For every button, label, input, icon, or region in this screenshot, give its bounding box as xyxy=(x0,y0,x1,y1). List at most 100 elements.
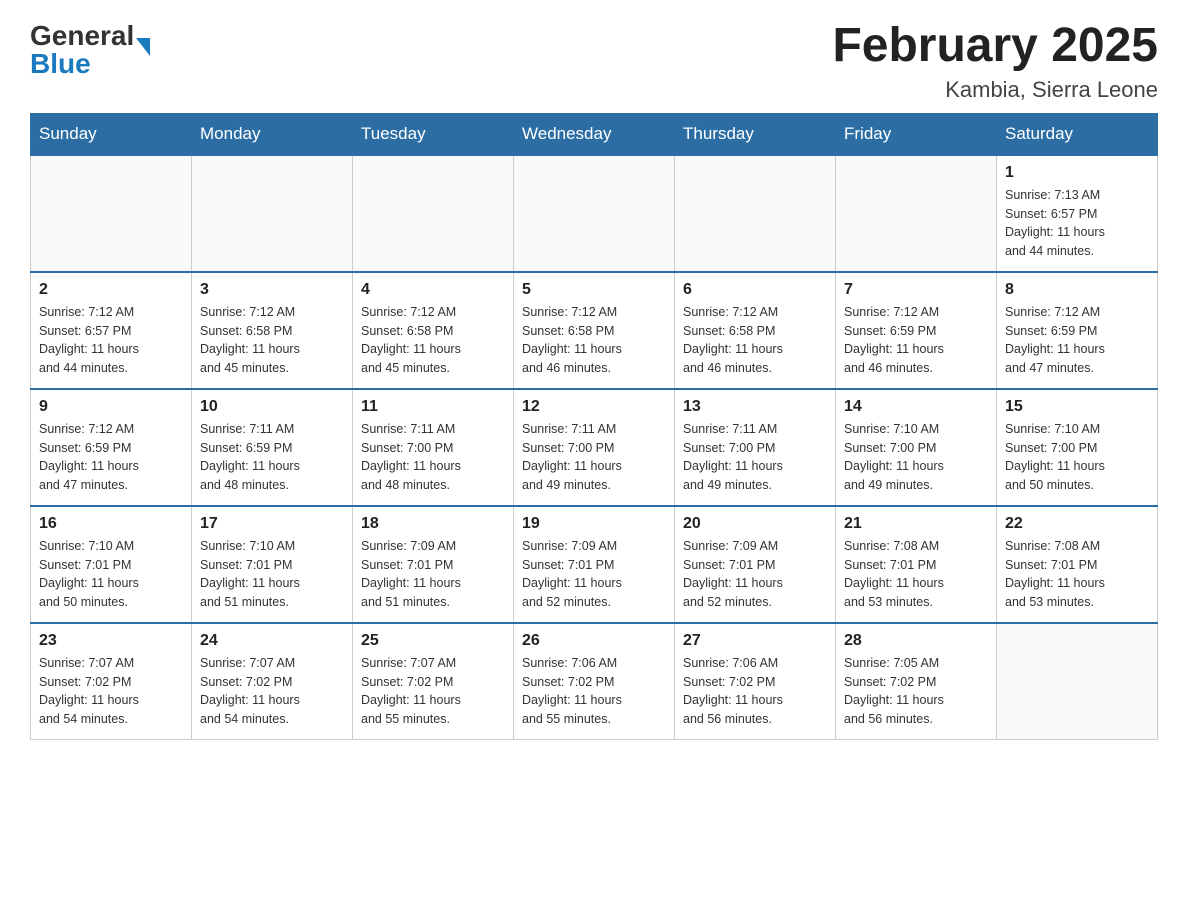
day-number: 21 xyxy=(844,515,988,533)
day-info: Sunrise: 7:07 AM Sunset: 7:02 PM Dayligh… xyxy=(39,654,183,729)
calendar-cell: 26 Sunrise: 7:06 AM Sunset: 7:02 PM Dayli… xyxy=(514,623,675,740)
calendar-cell: 13 Sunrise: 7:11 AM Sunset: 7:00 PM Dayli… xyxy=(675,389,836,506)
day-info: Sunrise: 7:11 AM Sunset: 7:00 PM Dayligh… xyxy=(683,420,827,495)
weekday-header-sunday: Sunday xyxy=(31,113,192,155)
day-number: 10 xyxy=(200,398,344,416)
calendar-cell xyxy=(675,155,836,272)
day-info: Sunrise: 7:13 AM Sunset: 6:57 PM Dayligh… xyxy=(1005,186,1149,261)
day-number: 24 xyxy=(200,632,344,650)
day-number: 15 xyxy=(1005,398,1149,416)
day-info: Sunrise: 7:08 AM Sunset: 7:01 PM Dayligh… xyxy=(844,537,988,612)
day-number: 16 xyxy=(39,515,183,533)
weekday-header-monday: Monday xyxy=(192,113,353,155)
logo-blue-text: Blue xyxy=(30,48,150,80)
calendar-cell: 23 Sunrise: 7:07 AM Sunset: 7:02 PM Dayli… xyxy=(31,623,192,740)
page-header: General Blue February 2025 Kambia, Sierr… xyxy=(30,20,1158,103)
title-block: February 2025 Kambia, Sierra Leone xyxy=(832,20,1158,103)
day-number: 8 xyxy=(1005,281,1149,299)
day-number: 13 xyxy=(683,398,827,416)
calendar-cell xyxy=(353,155,514,272)
calendar-cell: 22Sunrise: 7:08 AM Sunset: 7:01 PM Dayli… xyxy=(997,506,1158,623)
day-number: 17 xyxy=(200,515,344,533)
calendar-cell: 15 Sunrise: 7:10 AM Sunset: 7:00 PM Dayli… xyxy=(997,389,1158,506)
day-number: 7 xyxy=(844,281,988,299)
calendar-cell: 27 Sunrise: 7:06 AM Sunset: 7:02 PM Dayli… xyxy=(675,623,836,740)
day-number: 3 xyxy=(200,281,344,299)
day-number: 14 xyxy=(844,398,988,416)
day-info: Sunrise: 7:11 AM Sunset: 6:59 PM Dayligh… xyxy=(200,420,344,495)
week-row-2: 2 Sunrise: 7:12 AM Sunset: 6:57 PM Daylig… xyxy=(31,272,1158,389)
logo: General Blue xyxy=(30,20,150,80)
calendar-cell: 14Sunrise: 7:10 AM Sunset: 7:00 PM Dayli… xyxy=(836,389,997,506)
day-info: Sunrise: 7:12 AM Sunset: 6:59 PM Dayligh… xyxy=(844,303,988,378)
weekday-header-tuesday: Tuesday xyxy=(353,113,514,155)
week-row-1: 1 Sunrise: 7:13 AM Sunset: 6:57 PM Daylig… xyxy=(31,155,1158,272)
logo-block: General Blue xyxy=(30,20,150,80)
day-info: Sunrise: 7:11 AM Sunset: 7:00 PM Dayligh… xyxy=(361,420,505,495)
calendar-cell: 2 Sunrise: 7:12 AM Sunset: 6:57 PM Daylig… xyxy=(31,272,192,389)
day-info: Sunrise: 7:12 AM Sunset: 6:58 PM Dayligh… xyxy=(683,303,827,378)
day-info: Sunrise: 7:07 AM Sunset: 7:02 PM Dayligh… xyxy=(361,654,505,729)
month-year-title: February 2025 xyxy=(832,20,1158,73)
calendar-cell: 4 Sunrise: 7:12 AM Sunset: 6:58 PM Daylig… xyxy=(353,272,514,389)
day-info: Sunrise: 7:07 AM Sunset: 7:02 PM Dayligh… xyxy=(200,654,344,729)
calendar-cell: 5Sunrise: 7:12 AM Sunset: 6:58 PM Daylig… xyxy=(514,272,675,389)
day-info: Sunrise: 7:05 AM Sunset: 7:02 PM Dayligh… xyxy=(844,654,988,729)
day-number: 26 xyxy=(522,632,666,650)
day-number: 9 xyxy=(39,398,183,416)
calendar-cell xyxy=(31,155,192,272)
day-number: 11 xyxy=(361,398,505,416)
calendar-cell: 6 Sunrise: 7:12 AM Sunset: 6:58 PM Daylig… xyxy=(675,272,836,389)
week-row-5: 23 Sunrise: 7:07 AM Sunset: 7:02 PM Dayli… xyxy=(31,623,1158,740)
calendar-cell xyxy=(836,155,997,272)
calendar-cell: 28 Sunrise: 7:05 AM Sunset: 7:02 PM Dayli… xyxy=(836,623,997,740)
day-number: 22 xyxy=(1005,515,1149,533)
calendar-header: SundayMondayTuesdayWednesdayThursdayFrid… xyxy=(31,113,1158,155)
day-number: 19 xyxy=(522,515,666,533)
weekday-header-thursday: Thursday xyxy=(675,113,836,155)
calendar-cell: 20Sunrise: 7:09 AM Sunset: 7:01 PM Dayli… xyxy=(675,506,836,623)
calendar-cell: 25Sunrise: 7:07 AM Sunset: 7:02 PM Dayli… xyxy=(353,623,514,740)
day-number: 28 xyxy=(844,632,988,650)
day-number: 1 xyxy=(1005,164,1149,182)
day-info: Sunrise: 7:11 AM Sunset: 7:00 PM Dayligh… xyxy=(522,420,666,495)
calendar-cell: 17 Sunrise: 7:10 AM Sunset: 7:01 PM Dayli… xyxy=(192,506,353,623)
day-info: Sunrise: 7:12 AM Sunset: 6:58 PM Dayligh… xyxy=(361,303,505,378)
day-number: 2 xyxy=(39,281,183,299)
calendar-cell: 9 Sunrise: 7:12 AM Sunset: 6:59 PM Daylig… xyxy=(31,389,192,506)
day-info: Sunrise: 7:06 AM Sunset: 7:02 PM Dayligh… xyxy=(522,654,666,729)
weekday-header-wednesday: Wednesday xyxy=(514,113,675,155)
calendar-cell: 1 Sunrise: 7:13 AM Sunset: 6:57 PM Daylig… xyxy=(997,155,1158,272)
weekday-header-friday: Friday xyxy=(836,113,997,155)
day-info: Sunrise: 7:12 AM Sunset: 6:58 PM Dayligh… xyxy=(522,303,666,378)
day-info: Sunrise: 7:09 AM Sunset: 7:01 PM Dayligh… xyxy=(361,537,505,612)
day-number: 18 xyxy=(361,515,505,533)
calendar-cell: 24 Sunrise: 7:07 AM Sunset: 7:02 PM Dayli… xyxy=(192,623,353,740)
day-info: Sunrise: 7:09 AM Sunset: 7:01 PM Dayligh… xyxy=(683,537,827,612)
calendar-cell xyxy=(192,155,353,272)
week-row-4: 16 Sunrise: 7:10 AM Sunset: 7:01 PM Dayli… xyxy=(31,506,1158,623)
calendar-cell xyxy=(997,623,1158,740)
day-info: Sunrise: 7:12 AM Sunset: 6:58 PM Dayligh… xyxy=(200,303,344,378)
calendar-cell: 7 Sunrise: 7:12 AM Sunset: 6:59 PM Daylig… xyxy=(836,272,997,389)
day-info: Sunrise: 7:06 AM Sunset: 7:02 PM Dayligh… xyxy=(683,654,827,729)
day-number: 4 xyxy=(361,281,505,299)
calendar-cell: 12 Sunrise: 7:11 AM Sunset: 7:00 PM Dayli… xyxy=(514,389,675,506)
day-info: Sunrise: 7:10 AM Sunset: 7:00 PM Dayligh… xyxy=(1005,420,1149,495)
calendar-body: 1 Sunrise: 7:13 AM Sunset: 6:57 PM Daylig… xyxy=(31,155,1158,740)
calendar-table: SundayMondayTuesdayWednesdayThursdayFrid… xyxy=(30,113,1158,740)
week-row-3: 9 Sunrise: 7:12 AM Sunset: 6:59 PM Daylig… xyxy=(31,389,1158,506)
location-subtitle: Kambia, Sierra Leone xyxy=(832,77,1158,103)
day-number: 23 xyxy=(39,632,183,650)
calendar-cell: 16Sunrise: 7:10 AM Sunset: 7:01 PM Dayli… xyxy=(31,506,192,623)
calendar-cell: 11 Sunrise: 7:11 AM Sunset: 7:00 PM Dayli… xyxy=(353,389,514,506)
day-info: Sunrise: 7:12 AM Sunset: 6:57 PM Dayligh… xyxy=(39,303,183,378)
calendar-cell xyxy=(514,155,675,272)
day-number: 27 xyxy=(683,632,827,650)
calendar-cell: 18 Sunrise: 7:09 AM Sunset: 7:01 PM Dayli… xyxy=(353,506,514,623)
day-info: Sunrise: 7:10 AM Sunset: 7:01 PM Dayligh… xyxy=(200,537,344,612)
day-number: 12 xyxy=(522,398,666,416)
day-info: Sunrise: 7:12 AM Sunset: 6:59 PM Dayligh… xyxy=(39,420,183,495)
day-number: 6 xyxy=(683,281,827,299)
weekday-header-row: SundayMondayTuesdayWednesdayThursdayFrid… xyxy=(31,113,1158,155)
